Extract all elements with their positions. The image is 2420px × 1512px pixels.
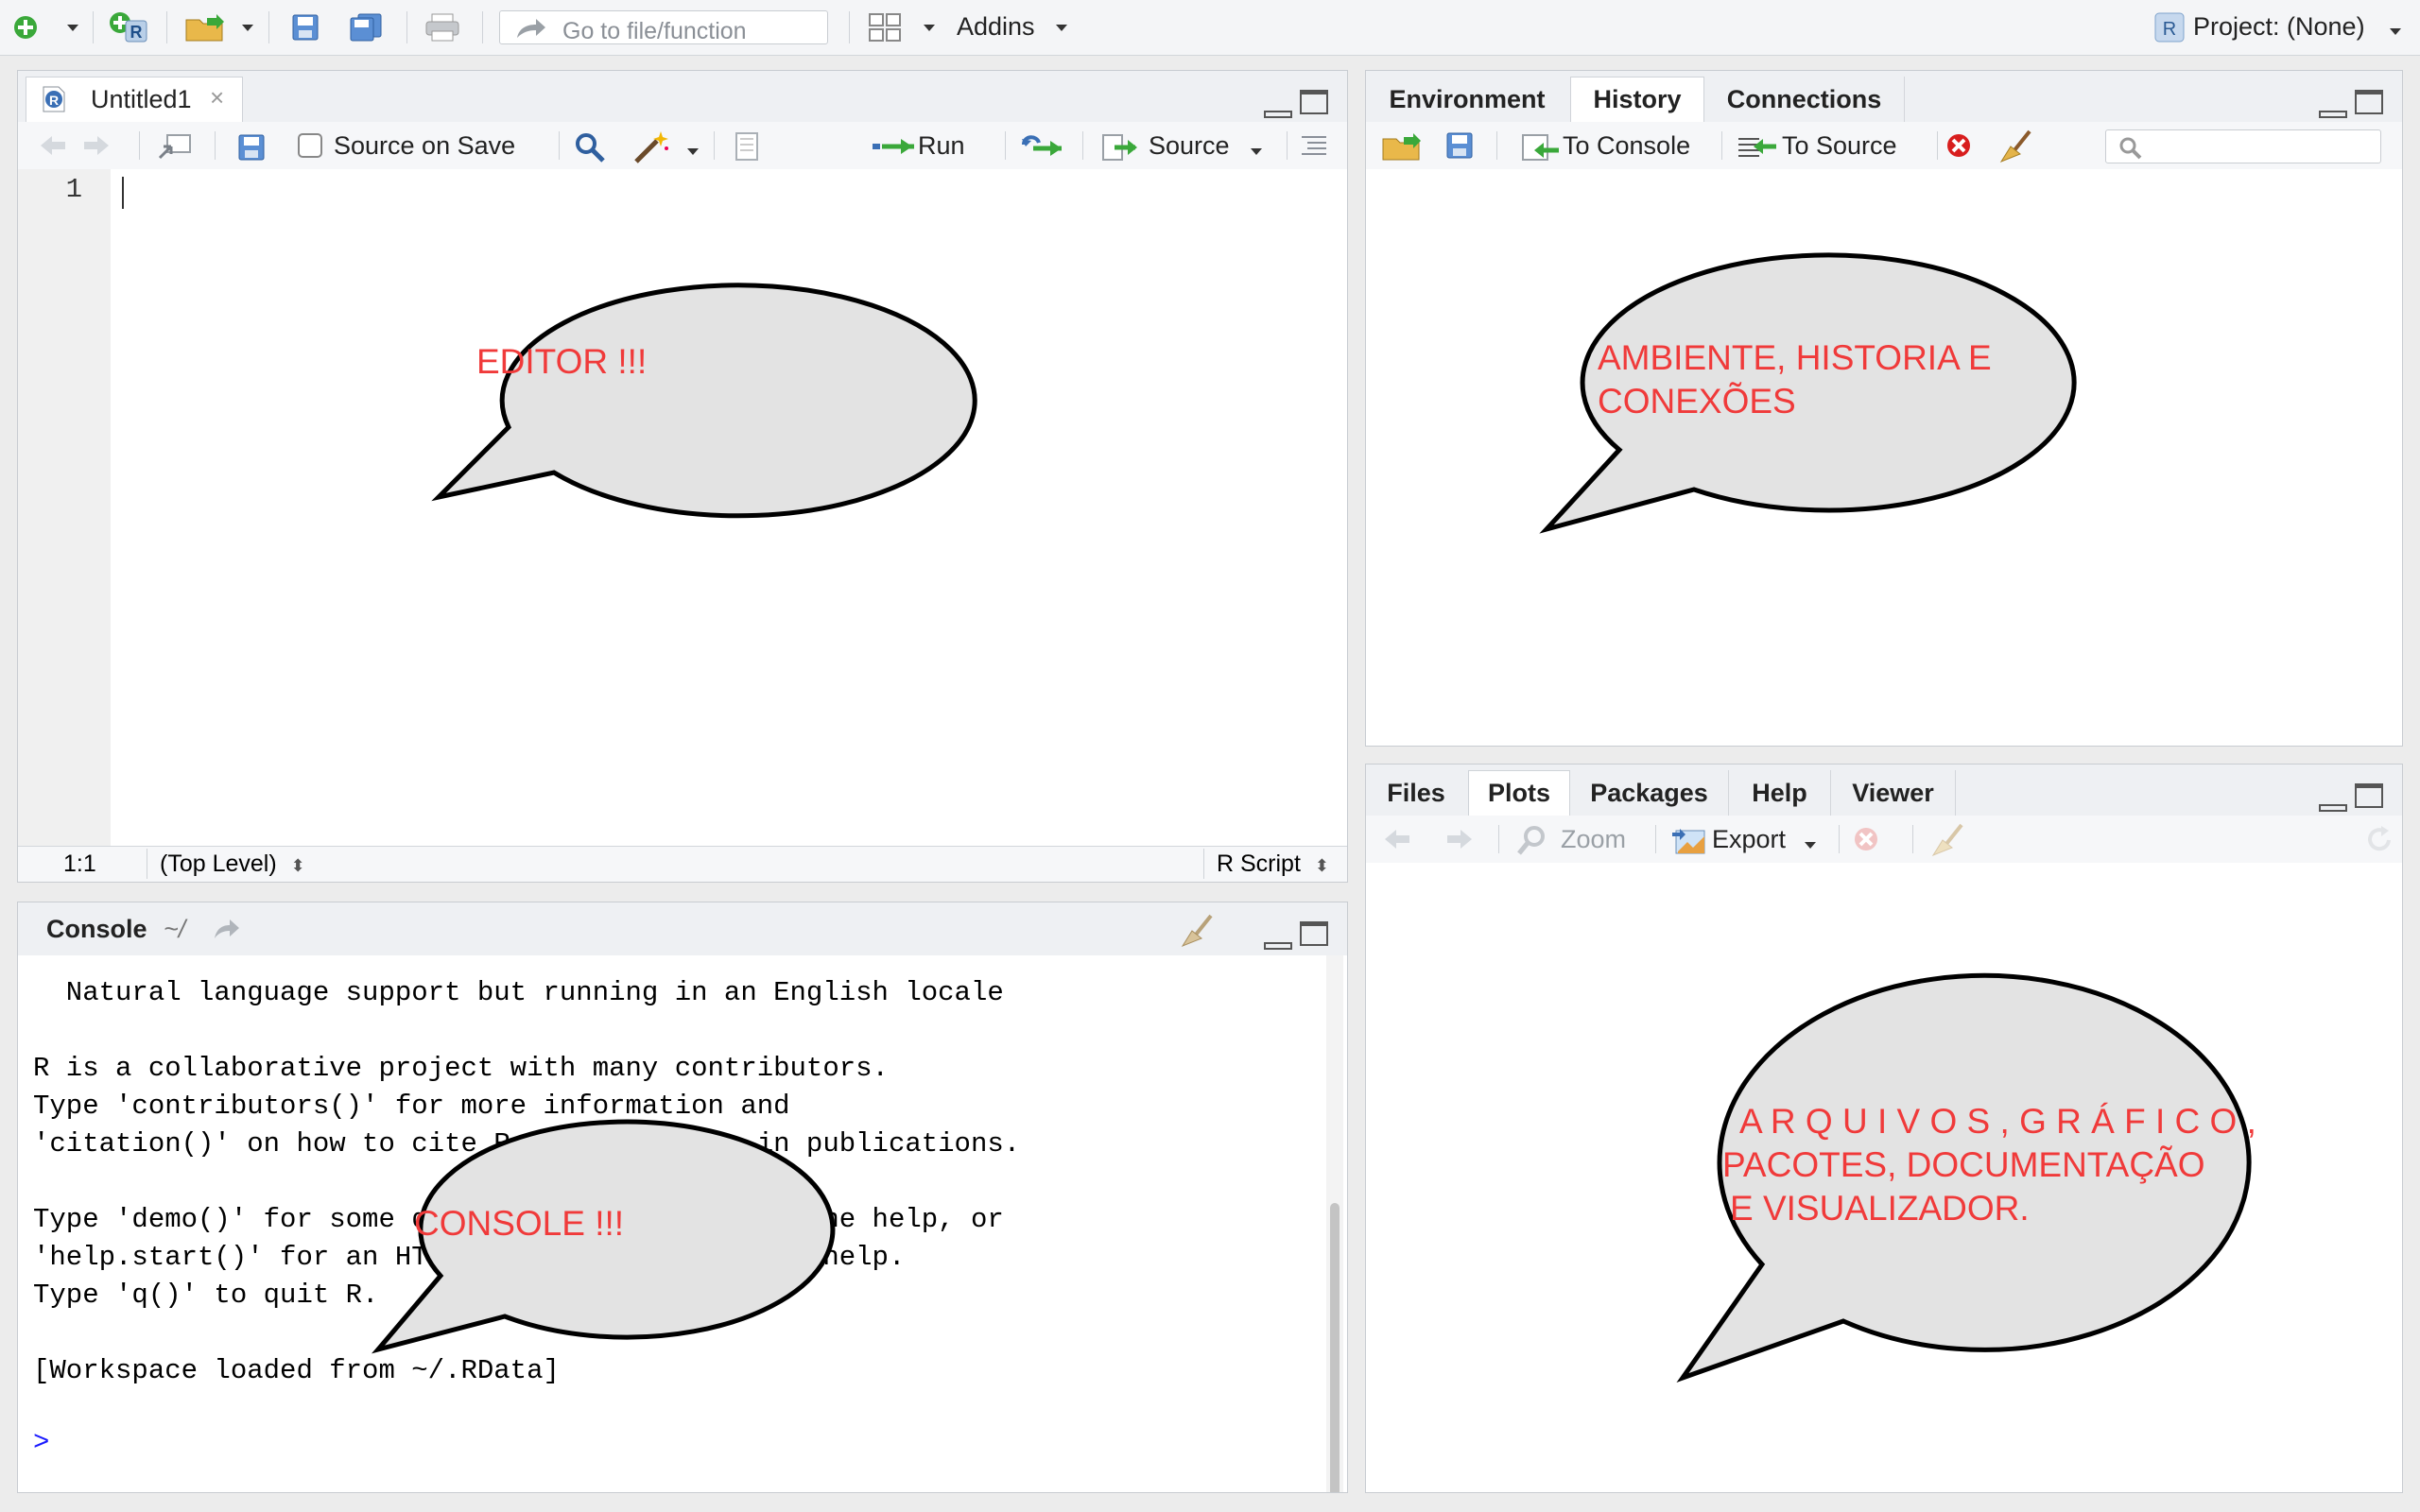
environment-callout-text: AMBIENTE, HISTORIA E CONEXÕES bbox=[1598, 336, 1992, 423]
environment-callout-line: AMBIENTE, HISTORIA E bbox=[1598, 338, 1992, 377]
files-callout-text: A R Q U I V O S , G R Á F I C O , PACOTE… bbox=[1722, 1100, 2256, 1230]
files-callout-line: E VISUALIZADOR. bbox=[1730, 1189, 2030, 1228]
callout-overlay bbox=[371, 252, 2252, 1383]
editor-callout-bubble bbox=[431, 283, 977, 519]
editor-callout-text: EDITOR !!! bbox=[476, 342, 648, 381]
console-callout-text: CONSOLE !!! bbox=[414, 1204, 625, 1243]
files-callout-line: PACOTES, DOCUMENTAÇÃO bbox=[1722, 1145, 2205, 1184]
files-callout-line: A R Q U I V O S , G R Á F I C O , bbox=[1739, 1102, 2256, 1141]
environment-callout-line: CONEXÕES bbox=[1598, 382, 1796, 421]
